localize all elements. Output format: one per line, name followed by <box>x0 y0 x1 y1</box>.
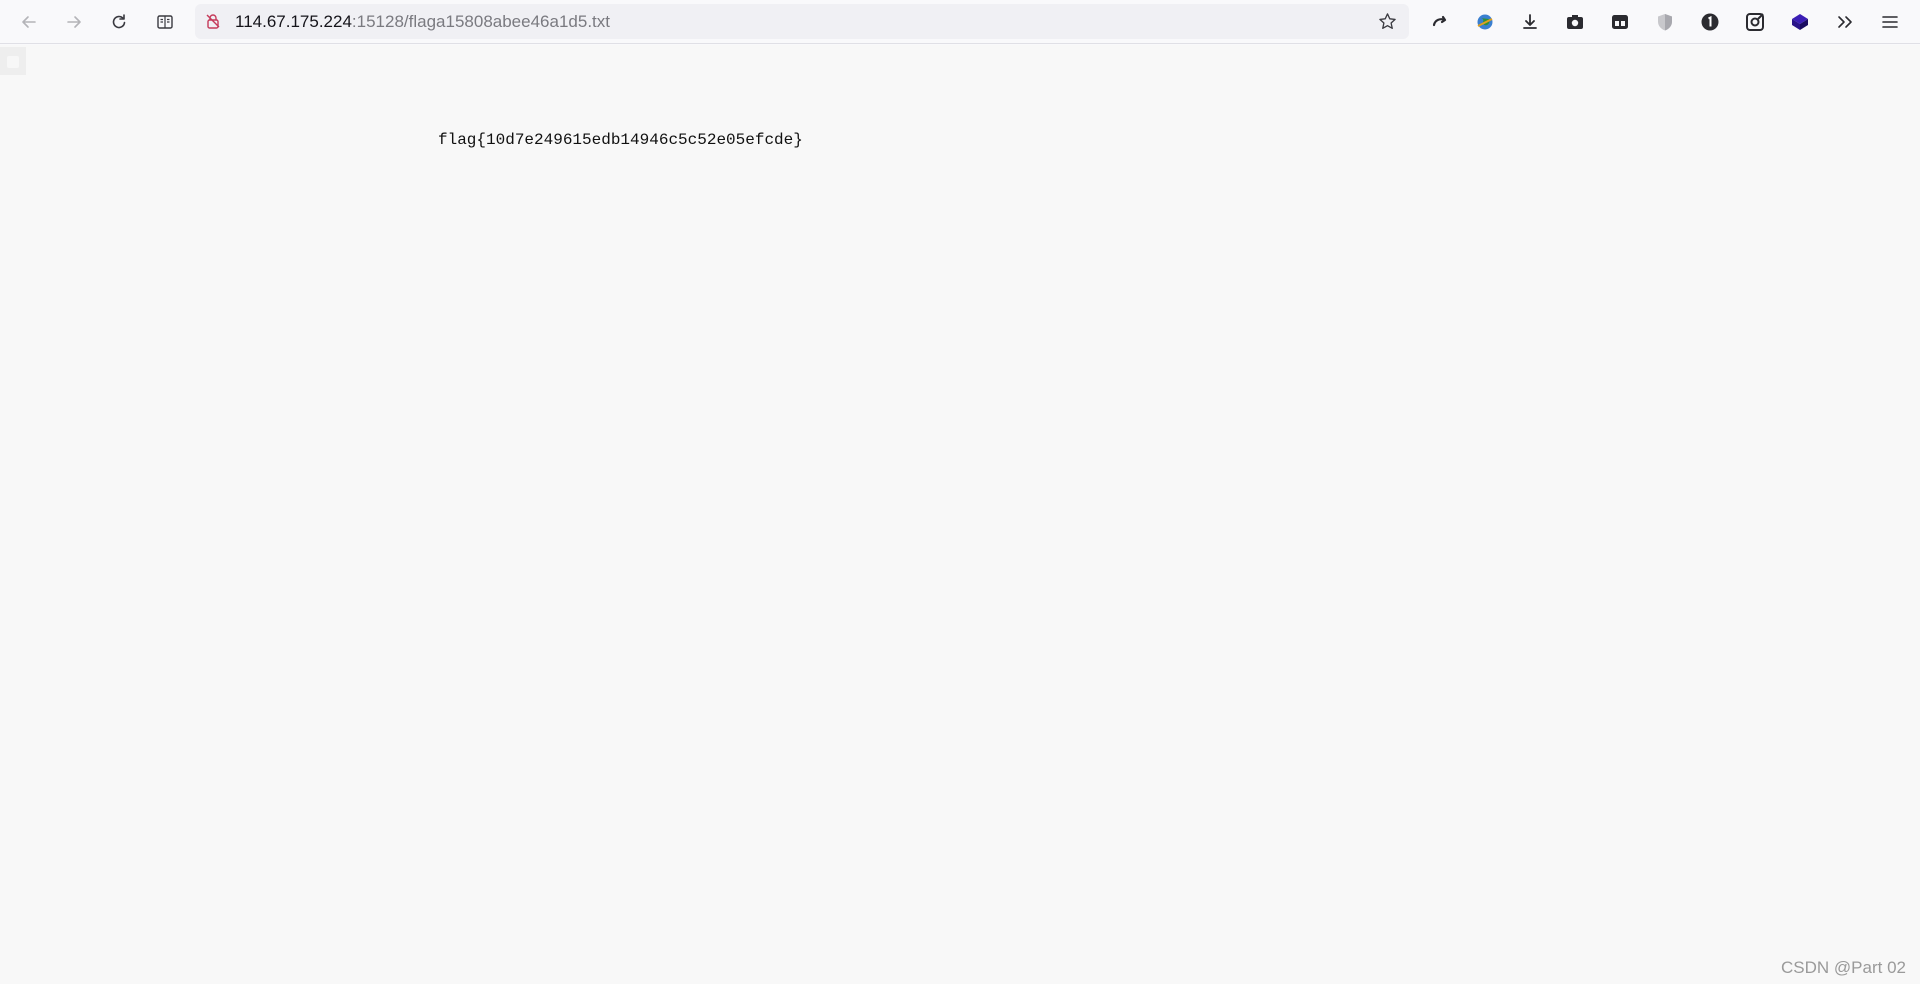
link-extension-button[interactable] <box>1740 7 1770 37</box>
page-content <box>0 45 1920 984</box>
flag-text: flag{10d7e249615edb14946c5c52e05efcde} <box>438 131 803 149</box>
reader-view-button[interactable] <box>150 7 180 37</box>
screenshot-camera-icon <box>1567 15 1583 29</box>
globe-extension-icon <box>1477 14 1493 30</box>
undo-extension-button[interactable] <box>1425 7 1455 37</box>
corner-placeholder <box>0 47 26 75</box>
url-host: 114.67.175.224 <box>235 12 352 31</box>
browser-toolbar: 114.67.175.224:15128/flaga15808abee46a1d… <box>0 0 1920 44</box>
shield-icon <box>1658 14 1672 31</box>
link-extension-icon <box>1746 13 1764 31</box>
onepassword-icon <box>1701 13 1719 31</box>
shield-extension-button[interactable] <box>1650 7 1680 37</box>
overflow-chevron-icon <box>1838 16 1852 28</box>
app-menu-button[interactable] <box>1875 7 1905 37</box>
forward-arrow-icon <box>67 16 81 28</box>
back-button[interactable] <box>14 7 44 37</box>
download-icon <box>1523 14 1537 29</box>
watermark: CSDN @Part 02 <box>1781 958 1906 977</box>
undo-arrow-icon <box>1432 15 1447 27</box>
url-text[interactable]: 114.67.175.224:15128/flaga15808abee46a1d… <box>235 4 610 39</box>
reader-view-icon <box>157 15 173 29</box>
reload-button[interactable] <box>104 7 134 37</box>
url-path: :15128/flaga15808abee46a1d5.txt <box>351 12 610 31</box>
globe-extension-button[interactable] <box>1470 7 1500 37</box>
bookmark-star-icon[interactable] <box>1378 12 1397 31</box>
cube-extension-button[interactable] <box>1785 7 1815 37</box>
overflow-button[interactable] <box>1830 7 1860 37</box>
address-bar[interactable]: 114.67.175.224:15128/flaga15808abee46a1d… <box>195 4 1409 39</box>
menu-hamburger-icon <box>1882 16 1898 28</box>
container-icon <box>1612 15 1628 29</box>
cube-extension-icon <box>1792 14 1808 30</box>
container-extension-button[interactable] <box>1605 7 1635 37</box>
screenshot-button[interactable] <box>1560 7 1590 37</box>
back-arrow-icon <box>22 16 36 28</box>
downloads-button[interactable] <box>1515 7 1545 37</box>
onepassword-extension-button[interactable] <box>1695 7 1725 37</box>
reload-icon <box>112 14 126 29</box>
insecure-lock-icon[interactable] <box>205 13 221 29</box>
forward-button[interactable] <box>59 7 89 37</box>
